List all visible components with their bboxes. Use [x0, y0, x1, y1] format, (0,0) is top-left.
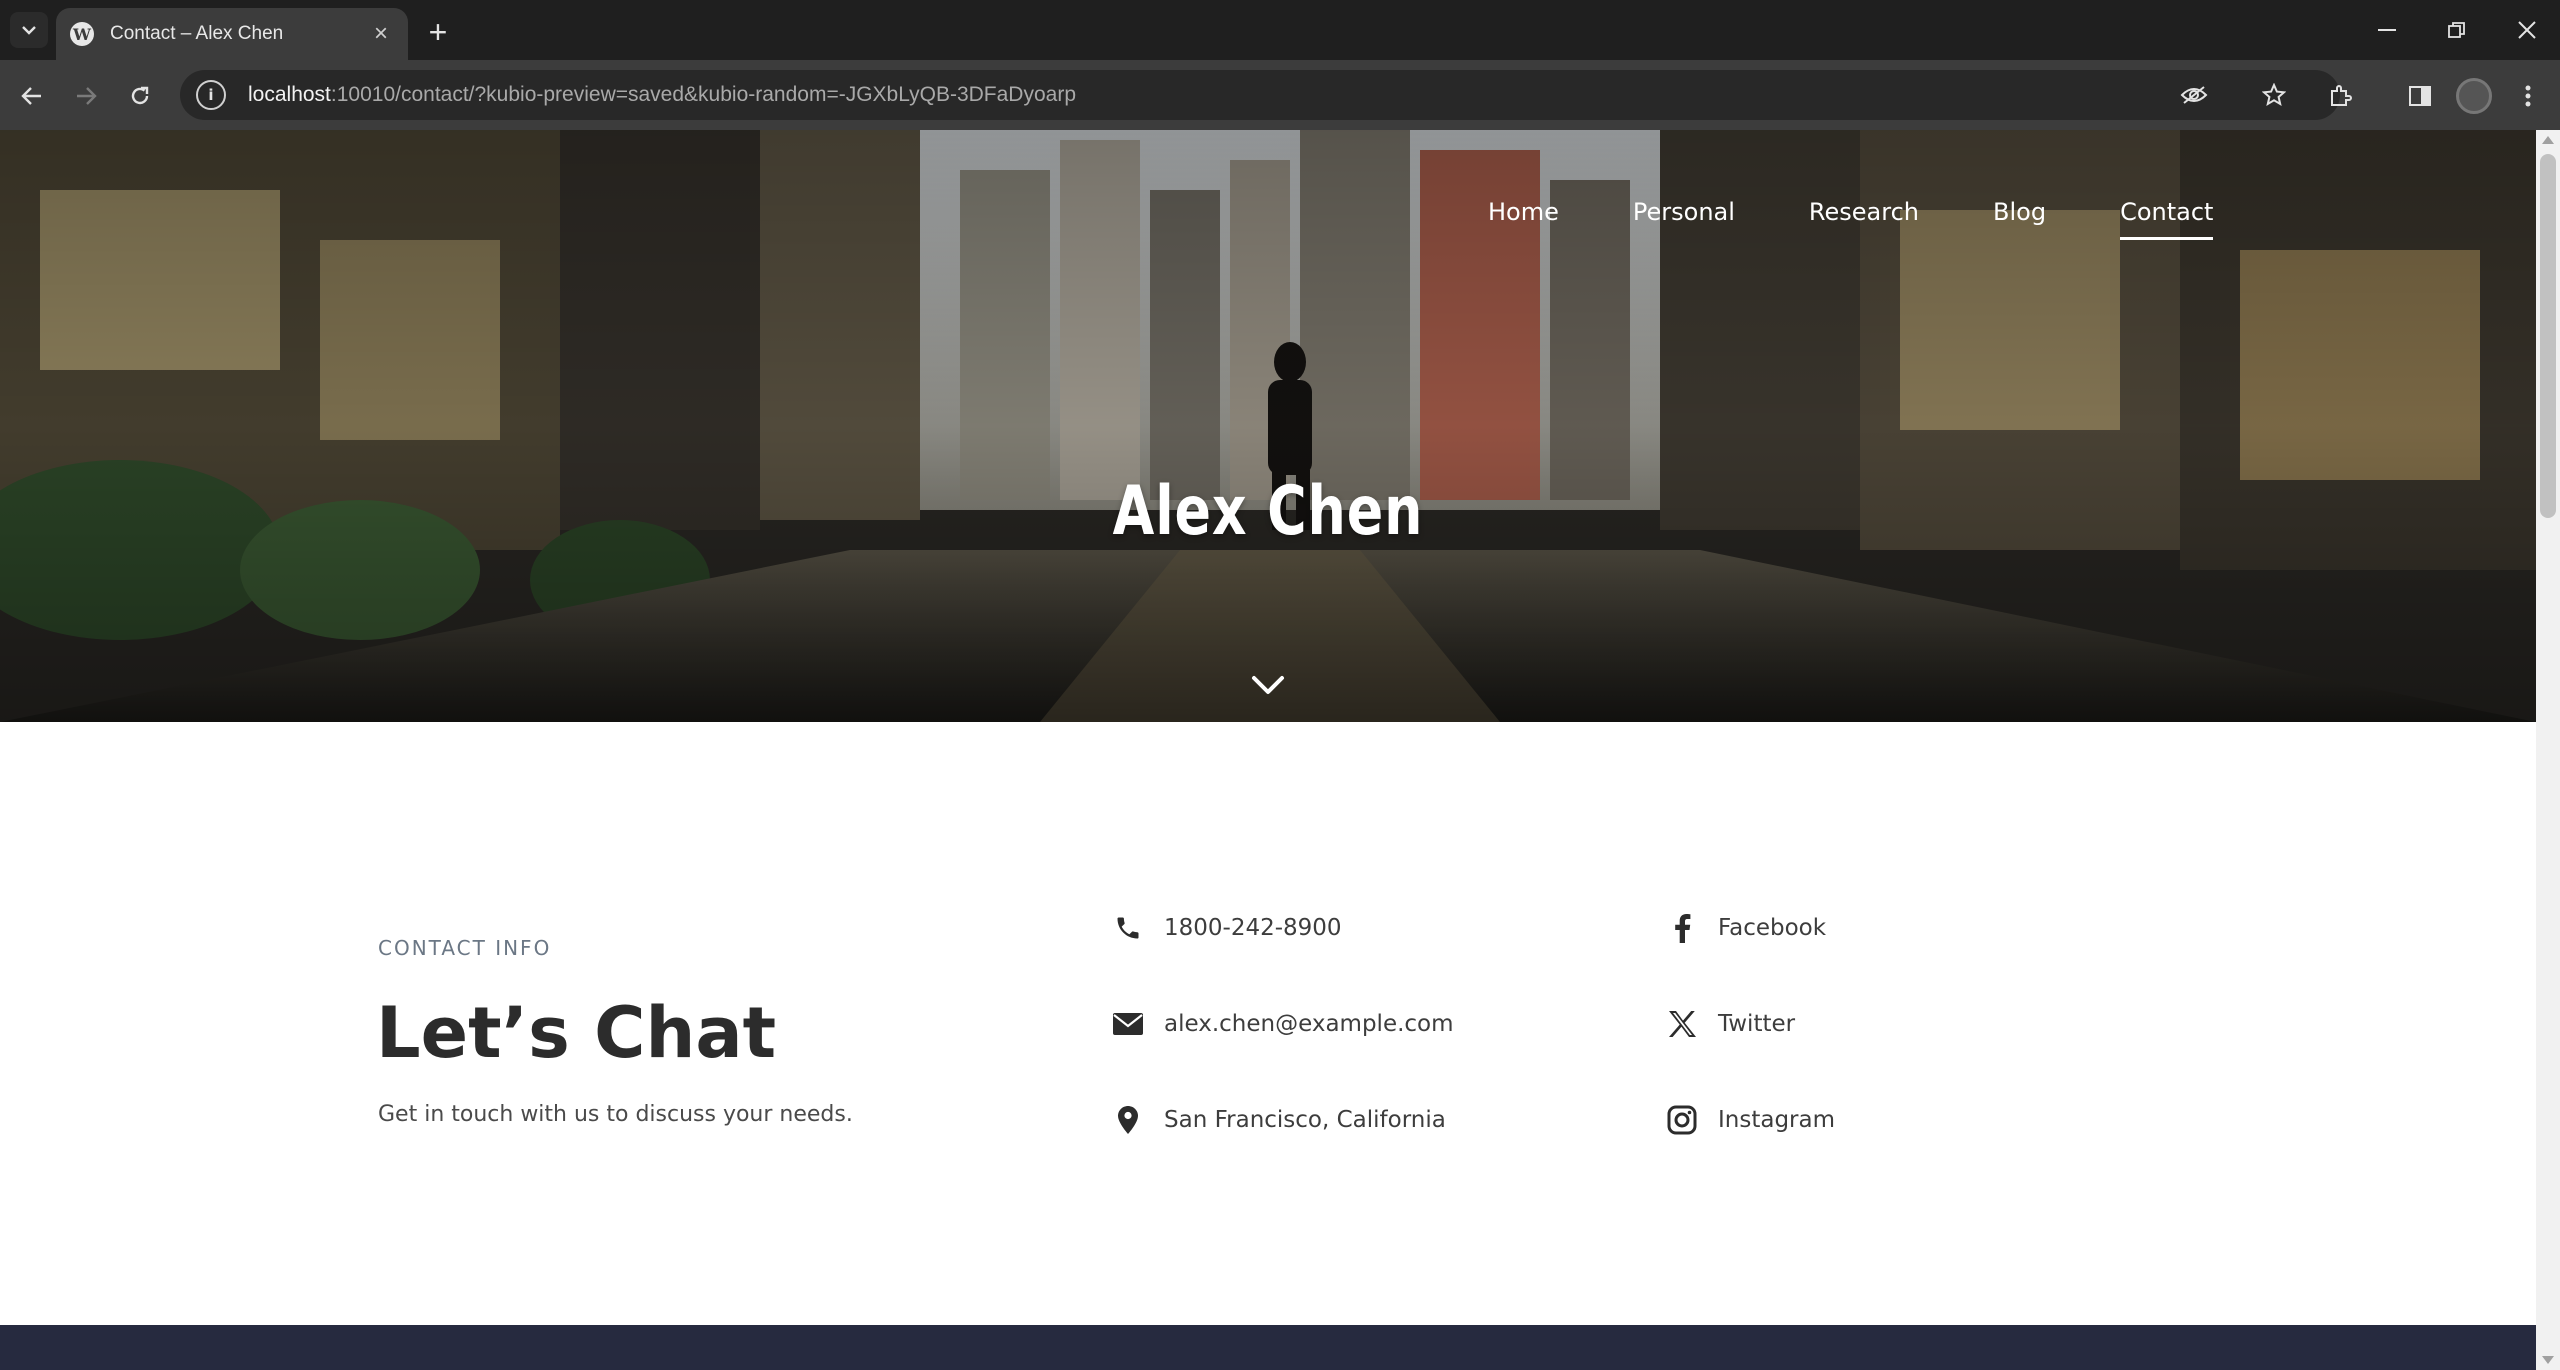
- menu-dots-icon[interactable]: [2508, 76, 2548, 116]
- page-scrollbar[interactable]: [2536, 130, 2560, 1370]
- envelope-icon: [1110, 1006, 1146, 1042]
- reload-icon: [131, 86, 149, 105]
- scroll-down-chevron-icon[interactable]: [1248, 670, 1288, 700]
- scroll-down-arrow[interactable]: [2542, 1356, 2554, 1364]
- arrow-right-icon: [77, 87, 97, 105]
- star-icon[interactable]: [2258, 79, 2290, 111]
- back-button[interactable]: [12, 76, 52, 116]
- minimize-glyph: [2378, 29, 2396, 31]
- dots-glyph: [2525, 85, 2531, 107]
- facebook-item[interactable]: Facebook: [1664, 910, 1826, 946]
- map-pin-icon: [1110, 1102, 1146, 1138]
- scrollbar-thumb[interactable]: [2540, 154, 2556, 518]
- footer-section: [0, 1325, 2536, 1370]
- section-kicker: CONTACT INFO: [378, 936, 552, 960]
- instagram-item[interactable]: Instagram: [1664, 1102, 1835, 1138]
- restore-icon[interactable]: [2422, 0, 2492, 60]
- active-tab[interactable]: W Contact – Alex Chen ×: [56, 8, 408, 60]
- twitter-item[interactable]: Twitter: [1664, 1006, 1795, 1042]
- reload-button[interactable]: [120, 76, 160, 116]
- extensions-icon[interactable]: [2320, 76, 2360, 116]
- hero-section: Home Personal Research Blog Contact Alex…: [0, 130, 2536, 722]
- eye-off-glyph: [2180, 86, 2208, 104]
- nav-research[interactable]: Research: [1809, 198, 1919, 240]
- minimize-icon[interactable]: [2352, 0, 2422, 60]
- profile-avatar[interactable]: [2456, 78, 2492, 114]
- url-text[interactable]: localhost:10010/contact/?kubio-preview=s…: [248, 83, 1076, 107]
- main-navigation: Home Personal Research Blog Contact: [1488, 198, 2287, 240]
- browser-tab-bar: W Contact – Alex Chen × +: [0, 0, 2560, 60]
- nav-home[interactable]: Home: [1488, 198, 1559, 240]
- site-info-icon[interactable]: i: [196, 80, 226, 110]
- restore-glyph: [2448, 22, 2465, 38]
- location-text: San Francisco, California: [1164, 1107, 1446, 1133]
- phone-icon: [1110, 910, 1146, 946]
- instagram-icon: [1664, 1102, 1700, 1138]
- instagram-label: Instagram: [1718, 1107, 1836, 1133]
- address-bar[interactable]: i localhost:10010/contact/?kubio-preview…: [180, 70, 2340, 120]
- side-panel-icon[interactable]: [2400, 76, 2440, 116]
- email-item[interactable]: alex.chen@example.com: [1110, 1006, 1454, 1042]
- nav-blog[interactable]: Blog: [1993, 198, 2046, 240]
- new-tab-button[interactable]: +: [420, 14, 456, 50]
- section-headline: Let’s Chat: [376, 992, 777, 1074]
- tab-close-icon[interactable]: ×: [368, 20, 394, 47]
- star-glyph: [2262, 83, 2286, 107]
- wordpress-icon: W: [70, 22, 94, 46]
- scroll-up-arrow[interactable]: [2542, 136, 2554, 144]
- puzzle-glyph: [2331, 85, 2352, 106]
- eye-off-icon[interactable]: [2178, 79, 2210, 111]
- side-panel-glyph: [2409, 86, 2431, 106]
- tab-search-button[interactable]: [10, 12, 48, 48]
- page-viewport: Home Personal Research Blog Contact Alex…: [0, 130, 2536, 1370]
- hero-title: Alex Chen: [1112, 472, 1424, 551]
- close-window-icon[interactable]: [2492, 0, 2560, 60]
- facebook-label: Facebook: [1718, 915, 1827, 941]
- email-address: alex.chen@example.com: [1164, 1011, 1454, 1037]
- browser-toolbar: i localhost:10010/contact/?kubio-preview…: [0, 60, 2560, 130]
- forward-button[interactable]: [66, 76, 106, 116]
- url-path: :10010/contact/?kubio-preview=saved&kubi…: [330, 83, 1077, 106]
- twitter-label: Twitter: [1718, 1011, 1796, 1037]
- arrow-left-icon: [21, 87, 41, 105]
- location-item[interactable]: San Francisco, California: [1110, 1102, 1446, 1138]
- nav-personal[interactable]: Personal: [1633, 198, 1735, 240]
- facebook-icon: [1664, 910, 1700, 946]
- phone-item[interactable]: 1800-242-8900: [1110, 910, 1342, 946]
- chevron-down-icon: [22, 26, 36, 35]
- section-subtext: Get in touch with us to discuss your nee…: [378, 1102, 853, 1127]
- tab-title: Contact – Alex Chen: [110, 23, 284, 44]
- x-twitter-icon: [1664, 1006, 1700, 1042]
- url-host: localhost: [248, 83, 331, 106]
- close-glyph: [2518, 21, 2536, 39]
- nav-contact[interactable]: Contact: [2120, 198, 2214, 240]
- phone-number: 1800-242-8900: [1164, 915, 1342, 941]
